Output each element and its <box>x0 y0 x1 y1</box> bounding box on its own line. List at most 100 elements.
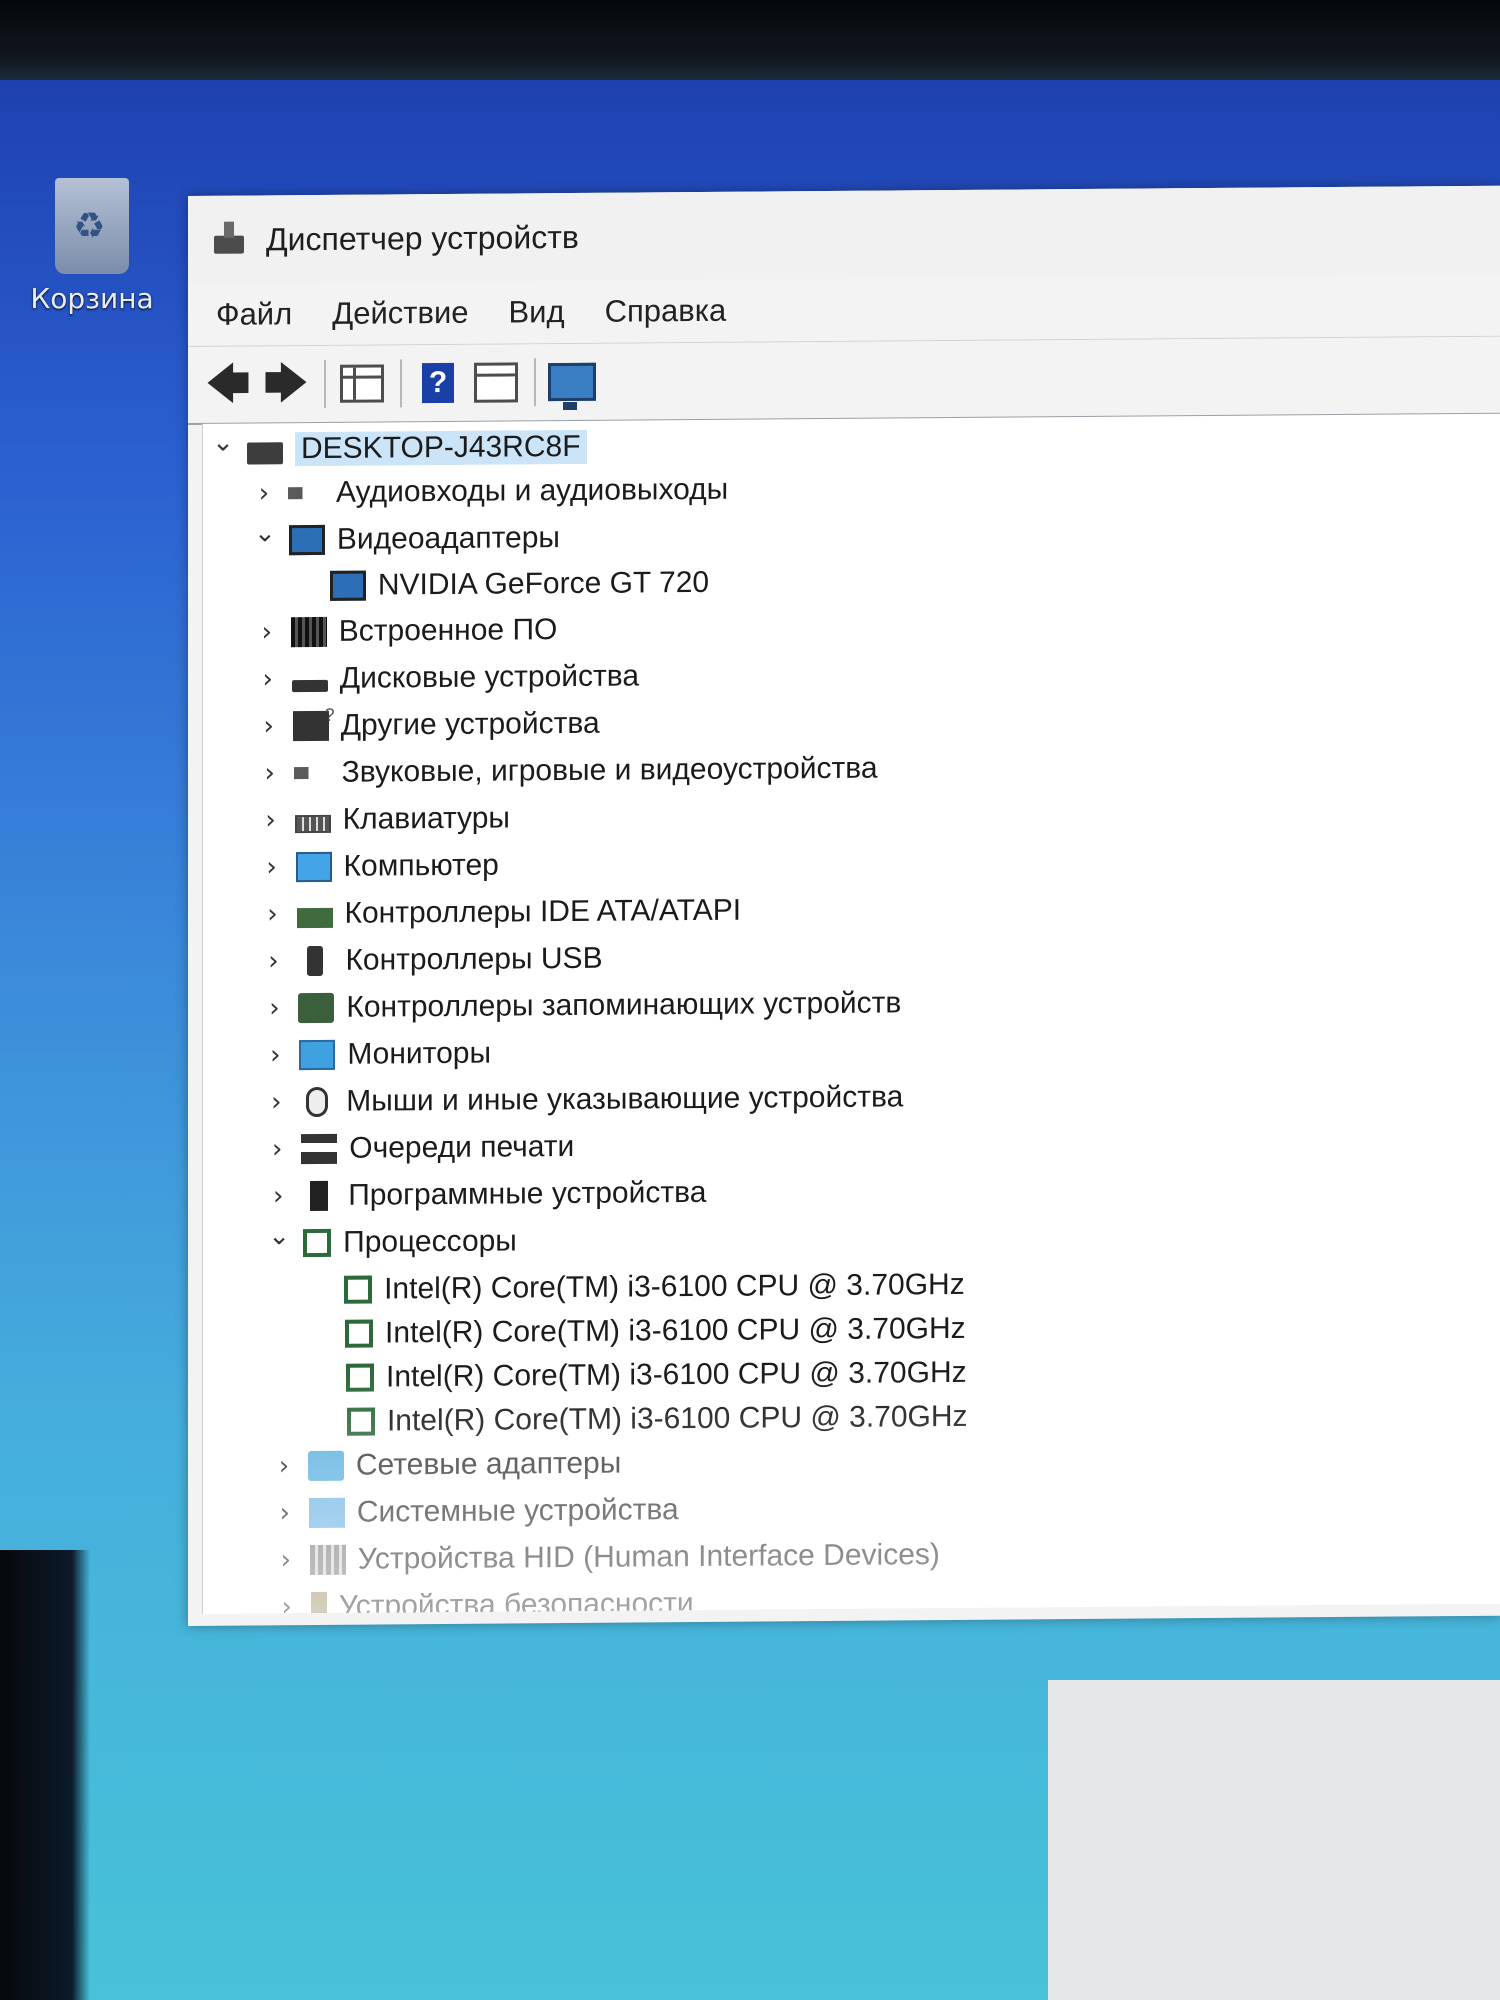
chevron-down-icon[interactable]: ⌄ <box>251 518 279 548</box>
sound-icon <box>294 758 330 788</box>
back-button[interactable]: 🡄 <box>204 358 252 410</box>
chevron-right-icon[interactable]: › <box>258 852 286 882</box>
computer-icon <box>247 442 283 465</box>
computer-icon <box>295 851 332 883</box>
tree-device-label: Intel(R) Core(TM) i3-6100 CPU @ 3.70GHz <box>384 1267 965 1306</box>
tree-category-label: Контроллеры IDE ATA/ATAPI <box>344 893 742 930</box>
tree-category-label: Устройства безопасности <box>338 1587 694 1614</box>
title-bar[interactable]: Диспетчер устройств <box>188 185 1500 284</box>
chevron-right-icon[interactable]: › <box>259 946 287 976</box>
menu-action[interactable]: Действие <box>332 295 468 332</box>
tree-category[interactable]: › Программные устройства <box>264 1171 706 1218</box>
tree-category-label: Сетевые адаптеры <box>355 1446 622 1482</box>
chevron-right-icon[interactable]: › <box>259 899 287 929</box>
recycle-bin[interactable]: Корзина <box>22 178 162 315</box>
chevron-right-icon[interactable]: › <box>263 1134 291 1164</box>
security-device-icon <box>310 1591 327 1614</box>
device-tree: ⌄ DESKTOP-J43RC8F › Аудиовходы и аудиовыход… <box>202 413 1500 1614</box>
tree-category[interactable]: › Компьютер <box>258 844 499 890</box>
recycle-bin-label: Корзина <box>30 282 154 315</box>
chevron-right-icon[interactable]: › <box>250 478 278 508</box>
show-hide-tree-button[interactable] <box>338 359 386 407</box>
forward-button[interactable]: 🡆 <box>262 358 310 409</box>
desktop-background-panel <box>1048 1680 1500 2000</box>
menu-view[interactable]: Вид <box>509 294 565 330</box>
menu-help[interactable]: Справка <box>605 293 727 330</box>
tree-category-label: Устройства HID (Human Interface Devices) <box>357 1538 940 1576</box>
toolbar-separator <box>324 359 326 408</box>
tree-device-label: NVIDIA GeForce GT 720 <box>377 565 710 602</box>
software-device-icon <box>310 1180 329 1212</box>
tree-category-label: Мониторы <box>347 1036 492 1071</box>
tree-category[interactable]: › Мониторы <box>261 1032 491 1078</box>
tree-category[interactable]: › Сетевые адаптеры <box>270 1442 622 1489</box>
tree-category[interactable]: › Контроллеры запоминающих устройств <box>260 981 901 1030</box>
other-devices-icon <box>292 710 329 742</box>
recycle-bin-icon <box>55 178 129 274</box>
tree-category[interactable]: › Системные устройства <box>271 1488 679 1535</box>
tree-category[interactable]: › Дисковые устройства <box>254 654 640 701</box>
tree-root[interactable]: ⌄ DESKTOP-J43RC8F <box>209 425 587 472</box>
scan-hardware-button[interactable] <box>548 358 596 406</box>
monitor-icon <box>299 1039 336 1071</box>
tree-category[interactable]: › Устройства HID (Human Interface Devices… <box>272 1533 940 1582</box>
tree-category[interactable]: › Звуковые, игровые и видеоустройства <box>256 747 877 796</box>
chevron-right-icon[interactable]: › <box>254 664 282 694</box>
processor-device-icon <box>345 1319 374 1348</box>
processor-device-icon <box>346 1407 375 1436</box>
tree-category[interactable]: › Встроенное ПО <box>253 608 558 654</box>
menu-file[interactable]: Файл <box>216 296 292 333</box>
properties-icon <box>474 362 518 403</box>
chevron-right-icon[interactable]: › <box>261 1040 289 1070</box>
tree-category-label: Процессоры <box>343 1224 517 1259</box>
tree-category[interactable]: › Контроллеры IDE ATA/ATAPI <box>259 889 742 937</box>
properties-button[interactable] <box>472 358 520 406</box>
tree-category[interactable]: › Другие устройства <box>255 702 600 749</box>
chevron-right-icon[interactable]: › <box>273 1592 301 1614</box>
tree-category-label: Компьютер <box>343 848 499 883</box>
chevron-down-icon[interactable]: ⌄ <box>265 1221 293 1251</box>
tree-category-label: Программные устройства <box>348 1175 707 1212</box>
help-button[interactable]: ? <box>414 359 462 407</box>
tree-device[interactable]: Intel(R) Core(TM) i3-6100 CPU @ 3.70GHz <box>307 1307 966 1356</box>
chevron-right-icon[interactable]: › <box>264 1181 292 1211</box>
tree-category[interactable]: › Контроллеры USB <box>259 937 602 984</box>
chevron-right-icon[interactable]: › <box>256 758 284 788</box>
firmware-icon <box>290 616 327 648</box>
tree-category[interactable]: › Очереди печати <box>263 1125 574 1171</box>
tree-device-label: Intel(R) Core(TM) i3-6100 CPU @ 3.70GHz <box>386 1399 968 1438</box>
chevron-down-icon[interactable]: ⌄ <box>209 428 237 458</box>
chevron-right-icon[interactable]: › <box>270 1451 298 1481</box>
tree-device[interactable]: Intel(R) Core(TM) i3-6100 CPU @ 3.70GHz <box>308 1351 967 1400</box>
disk-drive-icon <box>291 679 328 693</box>
tree-category[interactable]: › Устройства безопасности <box>273 1582 694 1614</box>
tree-category[interactable]: ⌄ Процессоры <box>265 1219 517 1265</box>
chevron-right-icon[interactable]: › <box>255 711 283 741</box>
processor-device-icon <box>344 1275 373 1304</box>
menu-bar: Файл Действие Вид Справка <box>188 273 1500 347</box>
back-arrow-icon: 🡄 <box>205 358 251 410</box>
chevron-right-icon[interactable]: › <box>272 1545 300 1575</box>
chevron-right-icon[interactable]: › <box>257 805 285 835</box>
tree-device[interactable]: Intel(R) Core(TM) i3-6100 CPU @ 3.70GHz <box>306 1263 965 1312</box>
tree-category-label: Другие устройства <box>340 706 600 742</box>
window-title: Диспетчер устройств <box>266 218 579 257</box>
tree-device[interactable]: Intel(R) Core(TM) i3-6100 CPU @ 3.70GHz <box>309 1395 968 1444</box>
chevron-right-icon[interactable]: › <box>253 617 281 647</box>
tree-category[interactable]: › Клавиатуры <box>257 796 510 842</box>
tree-category-label: Системные устройства <box>356 1493 679 1529</box>
display-adapter-device-icon <box>329 570 366 601</box>
tree-category-label: Контроллеры запоминающих устройств <box>346 986 902 1024</box>
tree-device-label: Intel(R) Core(TM) i3-6100 CPU @ 3.70GHz <box>385 1311 966 1350</box>
chevron-right-icon[interactable]: › <box>262 1087 290 1117</box>
scan-hardware-icon <box>548 362 596 402</box>
tree-category[interactable]: ⌄ Видеоадаптеры <box>251 516 560 562</box>
chevron-right-icon[interactable]: › <box>260 993 288 1023</box>
chevron-right-icon[interactable]: › <box>271 1498 299 1528</box>
toolbar-separator <box>400 359 402 408</box>
tree-device[interactable]: NVIDIA GeForce GT 720 <box>292 561 709 608</box>
tree-category-label: Дисковые устройства <box>339 659 640 695</box>
tree-category[interactable]: › Мыши и иные указывающие устройства <box>262 1075 903 1124</box>
printer-icon <box>301 1133 338 1165</box>
tree-category[interactable]: › Аудиовходы и аудиовыходы <box>250 468 729 516</box>
